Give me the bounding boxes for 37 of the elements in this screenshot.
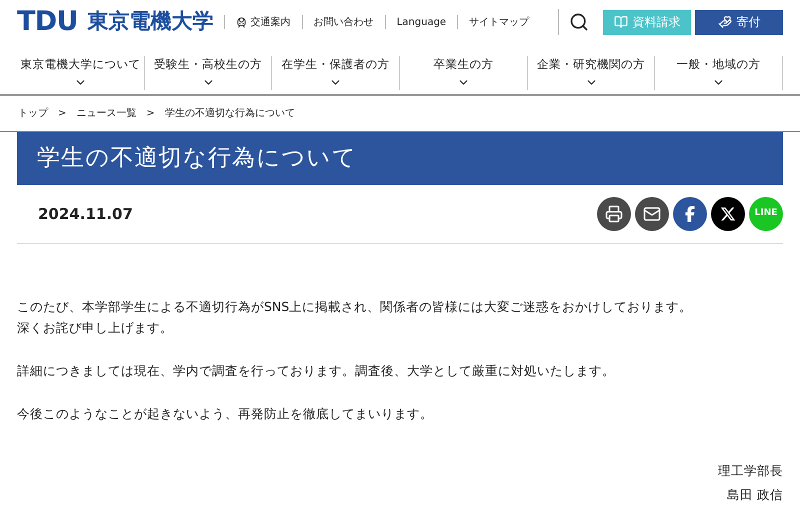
body-text: このたび、本学部学生による不適切行為がSNS上に掲載され、関係者の皆様には大変ご迷惑をおかけしております。 (17, 298, 694, 316)
breadcrumb-link[interactable]: ニュース一覧 (76, 106, 136, 121)
donate-button[interactable]: 寄付 (695, 10, 783, 34)
nav-item[interactable]: 卒業生の方 (400, 56, 528, 90)
print-button[interactable] (597, 197, 631, 231)
breadcrumb-link[interactable]: トップ (18, 106, 48, 121)
mail-button[interactable] (635, 197, 669, 231)
search-icon[interactable] (569, 12, 589, 32)
utility-link[interactable]: Language (396, 14, 446, 30)
signature-text: 理工学部長 (718, 462, 783, 480)
body-text: 深くお詫び申し上げます。 (17, 319, 174, 337)
nav-item[interactable]: 東京電機大学について (17, 56, 145, 90)
envelope-icon (643, 205, 661, 223)
nav-item[interactable]: 一般・地域の方 (655, 56, 784, 90)
signature-text: 島田 政信 (727, 486, 783, 504)
logo-mark[interactable]: TDU (17, 2, 78, 42)
page-title: 学生の不適切な行為について (17, 132, 783, 185)
utility-link[interactable]: お問い合わせ (314, 14, 374, 30)
body-text: 詳細につきましては現在、学内で調査を行っております。調査後、大学として厳重に対処いたします。 (17, 362, 616, 380)
breadcrumb-current-page: 学生の不適切な行為について (164, 106, 295, 121)
post-date: 2024.11.07 (38, 204, 133, 225)
breadcrumb-separator: > (58, 107, 66, 121)
train-icon (236, 16, 247, 28)
nav-item[interactable]: 受験生・高校生の方 (144, 56, 272, 90)
utility-link[interactable]: サイトマップ (469, 14, 530, 30)
hand-heart-icon (718, 15, 732, 29)
x-button[interactable] (711, 197, 745, 231)
x-icon (720, 206, 736, 222)
logo-name[interactable]: 東京電機大学 (88, 6, 214, 38)
facebook-button[interactable] (673, 197, 707, 231)
body-text: 今後このようなことが起きないよう、再発防止を徹底してまいります。 (17, 405, 434, 423)
nav-item[interactable]: 在学生・保護者の方 (272, 56, 400, 90)
utility-link[interactable]: 交通案内 (250, 14, 291, 30)
book-icon (614, 15, 628, 29)
nav-item[interactable]: 企業・研究機関の方 (528, 56, 656, 90)
printer-icon (605, 205, 623, 223)
breadcrumb-separator: > (146, 107, 155, 121)
